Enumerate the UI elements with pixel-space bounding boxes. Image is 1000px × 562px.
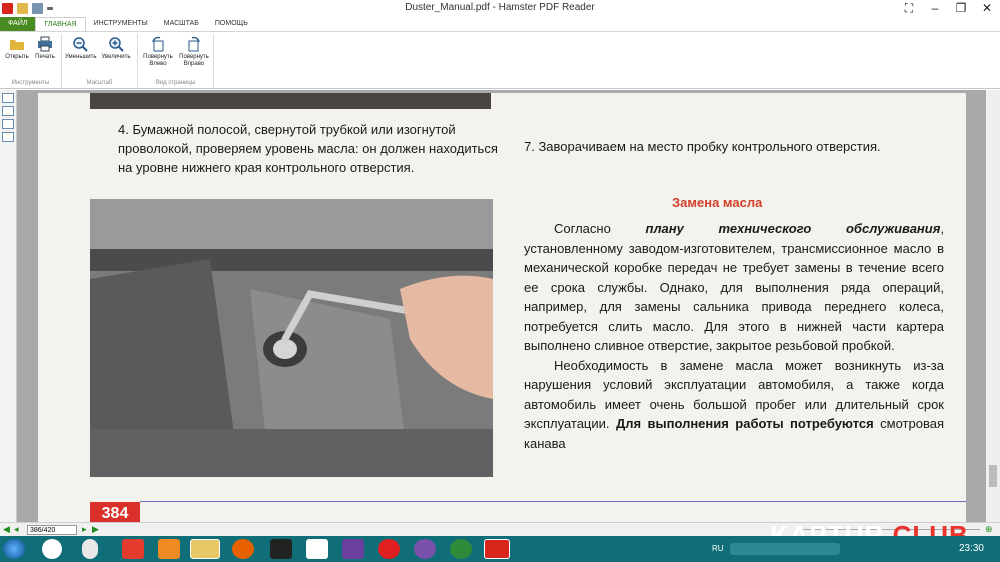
group-label-tools: Инструменты <box>11 80 50 86</box>
rotate-right-label-2: Вправо <box>183 61 205 67</box>
group-label-view: Вид страницы <box>155 80 196 86</box>
thumbnails-icon[interactable] <box>2 119 14 129</box>
para1-rest: , установленному заводом-изготовителем, … <box>524 221 944 353</box>
next-page-icon[interactable]: ▸ <box>82 524 87 535</box>
zoom-in-label: Увеличить <box>101 54 131 60</box>
left-paragraph: 4. Бумажной полосой, свернутой трубкой и… <box>118 122 498 175</box>
print-button[interactable]: Печать <box>30 36 60 61</box>
yandex-icon[interactable] <box>306 539 328 559</box>
group-view: Повернуть Влево Повернуть Вправо Вид стр… <box>138 34 214 88</box>
minimize-button[interactable]: – <box>922 0 948 16</box>
search-icon[interactable] <box>42 539 62 559</box>
zoom-plus-icon[interactable]: ⊕ <box>985 524 993 535</box>
group-zoom: Уменьшить Увеличить Масштаб <box>62 34 138 88</box>
bookmarks-icon[interactable] <box>2 106 14 116</box>
page-number: 384 <box>90 502 140 522</box>
visual-studio-icon[interactable] <box>342 539 364 559</box>
para1-start: Согласно <box>554 221 646 236</box>
clock[interactable]: 23:30 <box>959 543 984 554</box>
photo-illustration <box>90 199 493 477</box>
start-button[interactable] <box>3 539 25 559</box>
pdf-reader-taskbar-icon[interactable] <box>484 539 510 559</box>
firefox-icon[interactable] <box>232 539 254 559</box>
window-title: Duster_Manual.pdf - Hamster PDF Reader <box>405 2 595 13</box>
rotate-left-label-2: Влево <box>149 61 167 67</box>
app-x-icon[interactable] <box>270 539 292 559</box>
footer-rule <box>140 501 966 502</box>
zoom-in-icon <box>109 37 124 52</box>
fullscreen-button[interactable]: ⛶ <box>896 0 922 16</box>
zoom-out-label: Уменьшить <box>65 54 97 60</box>
rotate-left-button[interactable]: Повернуть Влево <box>141 36 175 68</box>
yandex-browser-icon[interactable] <box>378 539 400 559</box>
utorrent-icon[interactable] <box>450 539 472 559</box>
print-label: Печать <box>35 54 55 60</box>
last-page-icon[interactable]: ▶ <box>92 524 99 535</box>
tab-file[interactable]: ФАЙЛ <box>0 17 36 31</box>
open-label: Открыть <box>5 54 29 60</box>
zoom-in-button[interactable]: Увеличить <box>101 36 131 61</box>
ribbon: Открыть Печать Инструменты Уменьшить Уве… <box>0 31 1000 89</box>
first-page-icon[interactable]: ◀ <box>3 524 10 535</box>
right-body-text: Согласно плану технического обслуживания… <box>524 219 944 453</box>
layers-icon[interactable] <box>2 132 14 142</box>
taskbar: RU 23:30 <box>0 536 1000 562</box>
file-explorer-icon[interactable] <box>190 539 220 559</box>
para1-emphasis: плану технического обслуживания <box>645 221 941 236</box>
language-indicator[interactable]: RU <box>712 544 724 553</box>
microphone-icon[interactable] <box>82 539 98 559</box>
prev-page-icon[interactable]: ◂ <box>14 524 19 535</box>
open-button[interactable]: Открыть <box>2 36 32 61</box>
tab-help[interactable]: ПОМОЩЬ <box>207 17 256 31</box>
viber-icon[interactable] <box>414 539 436 559</box>
rotate-right-button[interactable]: Повернуть Вправо <box>177 36 211 68</box>
section-heading: Замена масла <box>672 195 763 210</box>
side-panel-bar <box>0 90 17 522</box>
folder-icon <box>10 40 24 50</box>
zoom-out-button[interactable]: Уменьшить <box>65 36 97 61</box>
title-bar: Duster_Manual.pdf - Hamster PDF Reader ⛶… <box>0 0 1000 17</box>
ribbon-tabs: ФАЙЛ ГЛАВНАЯ ИНСТРУМЕНТЫ МАСШТАБ ПОМОЩЬ <box>0 17 1000 31</box>
tab-tools[interactable]: ИНСТРУМЕНТЫ <box>86 17 156 31</box>
pdf-page: 4. Бумажной полосой, свернутой трубкой и… <box>38 93 966 522</box>
vertical-scrollbar[interactable] <box>986 90 1000 522</box>
group-label-zoom: Масштаб <box>86 80 113 86</box>
rotate-right-icon <box>188 36 200 52</box>
maximize-button[interactable]: ❐ <box>948 0 974 16</box>
group-tools: Открыть Печать Инструменты <box>0 34 62 88</box>
expand-panel-icon[interactable] <box>2 93 14 103</box>
para2-bold: Для выполнения работы потребуются <box>615 416 874 431</box>
gearbox-photo <box>90 199 493 477</box>
rotate-left-icon <box>152 36 164 52</box>
tab-home[interactable]: ГЛАВНАЯ <box>35 17 86 31</box>
rotate-left-label-1: Повернуть <box>143 54 173 60</box>
step-7-text: 7. Заворачиваем на место пробку контроль… <box>524 139 881 154</box>
zoom-out-icon <box>73 37 88 52</box>
media-player-icon[interactable] <box>158 539 180 559</box>
tray-icons[interactable] <box>730 543 840 555</box>
page-field[interactable]: 386/420 <box>27 525 77 535</box>
app-red-icon[interactable] <box>122 539 144 559</box>
printer-icon <box>38 36 52 52</box>
paragraph-2: Необходимость в замене масла может возни… <box>524 356 944 454</box>
rotate-right-label-1: Повернуть <box>179 54 209 60</box>
tab-zoom[interactable]: МАСШТАБ <box>156 17 207 31</box>
close-button[interactable]: ✕ <box>974 0 1000 16</box>
paragraph-1: Согласно плану технического обслуживания… <box>524 219 944 356</box>
scrollbar-thumb[interactable] <box>989 465 997 487</box>
top-photo-strip <box>90 93 491 109</box>
